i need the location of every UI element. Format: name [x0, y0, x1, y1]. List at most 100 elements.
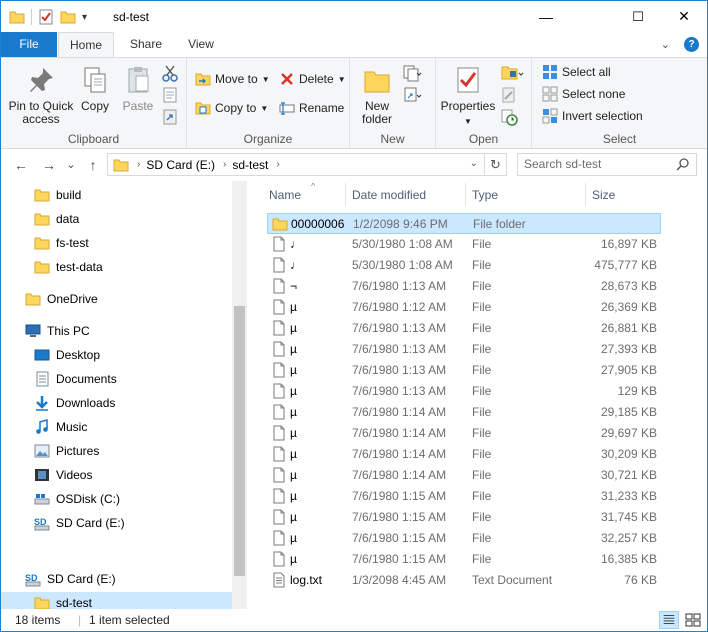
table-row[interactable]: µ 7/6/1980 1:13 AM File 129 KB [267, 381, 661, 402]
column-header-name[interactable]: ^ Name [269, 181, 347, 209]
rename-button[interactable]: Rename [279, 97, 344, 119]
select-none-button[interactable]: Select none [542, 83, 625, 105]
table-row[interactable]: ♩ 5/30/1980 1:08 AM File 475,777 KB [267, 255, 661, 276]
nav-item-osdisk[interactable]: OSDisk (C:) [1, 488, 232, 510]
tab-home[interactable]: Home [58, 32, 114, 58]
nav-item-this-pc[interactable]: This PC [1, 320, 232, 342]
tab-file[interactable]: File [1, 32, 57, 57]
column-header-size[interactable]: Size [592, 181, 662, 209]
nav-item-downloads[interactable]: Downloads [1, 392, 232, 414]
qat-dropdown-icon[interactable]: ▾ [82, 12, 87, 23]
nav-item-data[interactable]: data [1, 208, 232, 230]
column-divider[interactable] [585, 183, 586, 207]
column-divider[interactable] [345, 183, 346, 207]
paste-shortcut-icon[interactable] [161, 108, 179, 126]
breadcrumb-sd-test[interactable]: sd-test [232, 158, 268, 172]
address-bar[interactable]: › SD Card (E:) › sd-test › ⌄ ↻ [107, 153, 507, 176]
table-row[interactable]: log.txt 1/3/2098 4:45 AM Text Document 76 K… [267, 570, 661, 591]
nav-item-onedrive[interactable]: OneDrive [1, 288, 232, 310]
address-dropdown-icon[interactable]: ⌄ [470, 158, 478, 169]
nav-item-sd-card-e[interactable]: SD SD Card (E:) [1, 512, 232, 534]
column-header-date[interactable]: Date modified [352, 181, 467, 209]
tab-view[interactable]: View [177, 32, 225, 57]
move-to-button[interactable]: Move to ▼ [195, 68, 270, 90]
back-button[interactable]: ← [11, 155, 31, 175]
scrollbar-thumb[interactable] [234, 306, 245, 576]
new-folder-button[interactable]: New folder [356, 64, 398, 126]
tab-share[interactable]: Share [121, 32, 171, 57]
column-divider[interactable] [465, 183, 466, 207]
forward-button[interactable]: → [39, 155, 59, 175]
details-view-icon[interactable] [659, 611, 679, 629]
table-row[interactable]: µ 7/6/1980 1:12 AM File 26,369 KB [267, 297, 661, 318]
paste-button[interactable]: Paste [117, 64, 159, 113]
file-type: Text Document [472, 573, 553, 587]
file-type: File [472, 552, 492, 566]
table-row[interactable]: µ 7/6/1980 1:14 AM File 30,209 KB [267, 444, 661, 465]
new-item-icon[interactable] [402, 64, 424, 82]
search-box[interactable] [517, 153, 697, 176]
properties-button[interactable]: Properties ▼ [438, 64, 498, 128]
table-row[interactable]: µ 7/6/1980 1:13 AM File 27,393 KB [267, 339, 661, 360]
desktop-icon [34, 349, 50, 361]
table-row[interactable]: µ 7/6/1980 1:14 AM File 29,697 KB [267, 423, 661, 444]
history-icon[interactable] [500, 108, 518, 126]
table-row[interactable]: µ 7/6/1980 1:15 AM File 16,385 KB [267, 549, 661, 570]
nav-item-music[interactable]: Music [1, 416, 232, 438]
help-icon[interactable]: ? [684, 37, 699, 52]
select-none-label: Select none [562, 87, 626, 101]
table-row[interactable]: µ 7/6/1980 1:15 AM File 31,745 KB [267, 507, 661, 528]
new-folder-icon[interactable] [60, 9, 76, 25]
nav-pane-scrollbar[interactable] [232, 181, 247, 609]
breadcrumb-chevron-icon[interactable]: › [223, 159, 226, 170]
recent-locations-button[interactable]: ⌄ [61, 155, 81, 175]
invert-selection-button[interactable]: Invert selection [542, 105, 643, 127]
search-input[interactable] [524, 154, 674, 174]
nav-item-test-data[interactable]: test-data [1, 256, 232, 278]
search-icon[interactable] [676, 157, 690, 171]
copy-path-icon[interactable] [161, 86, 179, 104]
large-icons-view-icon[interactable] [683, 611, 703, 629]
select-all-button[interactable]: Select all [542, 61, 611, 83]
table-row[interactable]: µ 7/6/1980 1:15 AM File 32,257 KB [267, 528, 661, 549]
nav-item-sd-test[interactable]: sd-test [1, 592, 232, 609]
open-icon[interactable] [500, 64, 526, 82]
rename-label: Rename [299, 101, 345, 115]
table-row[interactable]: µ 7/6/1980 1:13 AM File 26,881 KB [267, 318, 661, 339]
minimize-button[interactable]: — [523, 1, 569, 32]
table-row[interactable]: 00000006 1/2/2098 9:46 PM File folder [267, 213, 661, 234]
breadcrumb-chevron-icon[interactable]: › [137, 159, 140, 170]
table-row[interactable]: µ 7/6/1980 1:14 AM File 29,185 KB [267, 402, 661, 423]
easy-access-icon[interactable] [402, 86, 424, 104]
table-row[interactable]: µ 7/6/1980 1:15 AM File 31,233 KB [267, 486, 661, 507]
nav-item-build[interactable]: build [1, 184, 232, 206]
close-button[interactable]: ✕ [661, 1, 707, 32]
maximize-button[interactable]: ☐ [615, 1, 661, 32]
properties-icon[interactable] [38, 9, 54, 25]
collapse-ribbon-icon[interactable]: ⌄ [661, 38, 670, 51]
nav-item-pictures[interactable]: Pictures [1, 440, 232, 462]
delete-button[interactable]: Delete ▼ [279, 68, 346, 90]
status-bar: 18 items | 1 item selected [1, 609, 707, 631]
table-row[interactable]: ♩ 5/30/1980 1:08 AM File 16,897 KB [267, 234, 661, 255]
breadcrumb-chevron-icon[interactable]: › [276, 159, 279, 170]
nav-item-videos[interactable]: Videos [1, 464, 232, 486]
copy-button[interactable]: Copy [75, 64, 115, 113]
column-header-type[interactable]: Type [472, 181, 587, 209]
nav-item-fs-test[interactable]: fs-test [1, 232, 232, 254]
table-row[interactable]: ¬ 7/6/1980 1:13 AM File 28,673 KB [267, 276, 661, 297]
file-type: File [472, 447, 492, 461]
edit-icon[interactable] [500, 86, 518, 104]
nav-item-sd-card-root[interactable]: SD SD Card (E:) [1, 568, 232, 590]
refresh-button[interactable]: ↻ [484, 154, 506, 175]
cut-icon[interactable] [161, 64, 179, 82]
breadcrumb-sd-card[interactable]: SD Card (E:) [146, 158, 215, 172]
table-row[interactable]: µ 7/6/1980 1:13 AM File 27,905 KB [267, 360, 661, 381]
table-row[interactable]: µ 7/6/1980 1:14 AM File 30,721 KB [267, 465, 661, 486]
pin-quick-access-button[interactable]: Pin to Quick access [5, 64, 77, 126]
up-button[interactable]: ↑ [83, 155, 103, 175]
nav-item-documents[interactable]: Documents [1, 368, 232, 390]
file-date-modified: 1/2/2098 9:46 PM [353, 217, 448, 231]
nav-item-desktop[interactable]: Desktop [1, 344, 232, 366]
copy-to-button[interactable]: Copy to ▼ [195, 97, 268, 119]
